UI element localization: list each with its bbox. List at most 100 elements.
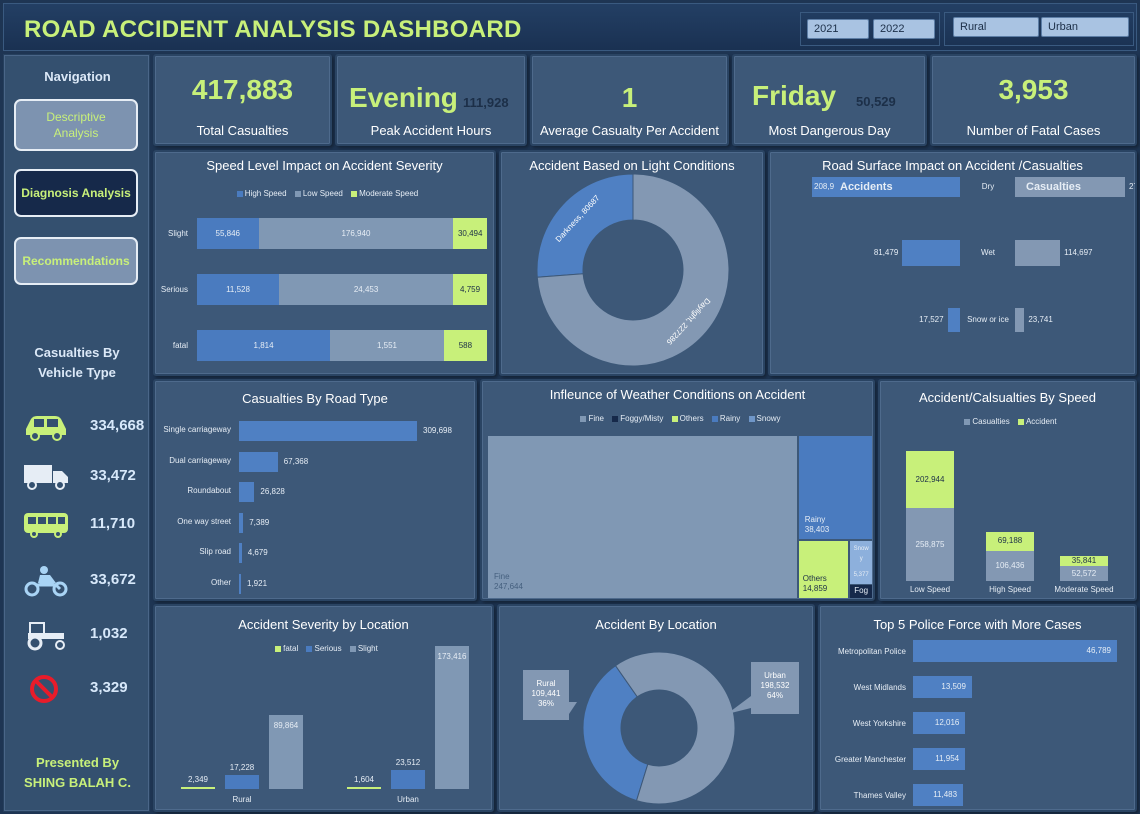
data-label: 89,864	[273, 720, 299, 730]
motorcycle-value: 33,672	[90, 571, 136, 588]
sidebar: Navigation Descriptive Analysis Diagnosi…	[3, 54, 150, 812]
diagnosis-analysis-button[interactable]: Diagnosis Analysis	[14, 169, 138, 217]
year-2022-button[interactable]: 2022	[873, 19, 935, 39]
data-label: 4,679	[247, 548, 268, 557]
data-label: 173,416	[437, 652, 467, 661]
bar	[239, 482, 255, 502]
data-label: 4,759	[460, 285, 481, 294]
callout-pointer	[569, 702, 577, 714]
data-label: 1,551	[376, 341, 397, 350]
data-label: 11,483	[933, 790, 958, 799]
header-bar: ROAD ACCIDENT ANALYSIS DASHBOARD 2021 20…	[3, 3, 1137, 51]
area-rural-button[interactable]: Rural	[953, 17, 1039, 37]
category-label: West Yorkshire	[852, 719, 906, 728]
chart-plot: 2,349 17,228 89,864 Rural 1,604 23,512 173,416…	[155, 606, 492, 810]
vehicle-heading: Casualties By Vehicle Type	[34, 345, 120, 380]
tractor-icon	[27, 622, 65, 651]
peak-hours-count: 111,928	[463, 95, 509, 110]
year-slicer: 2021 2022	[800, 12, 940, 46]
bar	[239, 451, 278, 472]
category-label: Low Speed	[909, 585, 951, 594]
dangerous-day-count: 50,529	[856, 94, 896, 109]
data-label: 1,814	[253, 341, 274, 350]
recommendations-button[interactable]: Recommendations	[14, 237, 138, 285]
data-label: 35,841	[1071, 556, 1097, 566]
category-label: Serious	[160, 285, 188, 294]
category-label: High Speed	[989, 585, 1031, 594]
tractor-value: 1,032	[90, 625, 128, 642]
speed-accident-chart: Accident/Calsualties By Speed Casualties…	[878, 379, 1137, 601]
callout-text: 198,532	[761, 681, 790, 690]
callout-text: 109,441	[532, 689, 561, 698]
bar	[225, 774, 259, 789]
chart-plot: Single carriageway 309,698 Dual carriagewa…	[155, 381, 475, 599]
truck-value: 33,472	[90, 467, 136, 484]
bar	[435, 646, 469, 789]
car-value: 334,668	[90, 417, 145, 434]
data-label: 55,846	[215, 229, 240, 238]
area-slicer: Rural Urban	[944, 12, 1134, 46]
accident-bar	[902, 240, 960, 266]
chart-plot: Darkness, 80687Daylight, 227286	[536, 173, 730, 367]
kpi-average-casualty: 1 Average Casualty Per Accident	[530, 54, 729, 146]
dashboard-title: ROAD ACCIDENT ANALYSIS DASHBOARD	[24, 16, 522, 43]
data-label: 17,527	[919, 315, 944, 324]
callout-text: Rural	[536, 679, 555, 688]
data-label: 81,479	[873, 248, 899, 257]
series-label-accidents: Accidents	[840, 181, 893, 193]
data-label: 114,697	[1064, 248, 1093, 257]
data-label: 23,741	[1028, 315, 1053, 324]
data-label: 279,445	[1129, 182, 1135, 191]
data-label: 30,494	[457, 229, 483, 238]
cell-value: 5,377	[853, 572, 869, 579]
bar	[239, 421, 417, 441]
data-label: 2,349	[187, 775, 209, 784]
category-label: Single carriageway	[163, 425, 231, 434]
accident-bar	[947, 308, 960, 332]
category-label: Slight	[167, 229, 188, 238]
cell-name: Snow y	[853, 546, 869, 563]
average-casualty-label: Average Casualty Per Accident	[540, 123, 719, 138]
bar	[181, 787, 215, 789]
category-label: Snow or ice	[967, 315, 1009, 324]
motorcycle-icon	[24, 566, 68, 597]
data-label: 202,944	[915, 474, 945, 484]
peak-hours-label: Peak Accident Hours	[370, 123, 492, 138]
vehicle-row-bus: 11,710	[4, 505, 151, 545]
category-label: Roundabout	[187, 486, 231, 495]
chart-plot: Metropolitan Police 46,789 West Midlands 13…	[820, 606, 1135, 810]
speed-severity-chart: Speed Level Impact on Accident Severity …	[153, 150, 496, 376]
vehicle-row-other: 3,329	[4, 669, 151, 709]
callout-text: 36%	[538, 699, 554, 708]
casualty-bar	[1015, 240, 1061, 266]
year-2021-button[interactable]: 2021	[807, 19, 869, 39]
data-label: 12,016	[934, 718, 960, 727]
chart-plot: 258,875 202,944 Low Speed 106,436 69,188 High…	[880, 381, 1135, 599]
cell-name: Rainy	[804, 515, 826, 525]
data-label: 67,368	[283, 456, 309, 466]
data-label: 17,228	[229, 762, 255, 772]
bus-icon	[24, 513, 68, 538]
descriptive-analysis-button[interactable]: Descriptive Analysis	[14, 99, 138, 151]
cell-name: Fine	[494, 572, 510, 581]
data-label: 7,389	[249, 517, 270, 527]
area-urban-button[interactable]: Urban	[1041, 17, 1129, 37]
chart-plot: Rural109,44136% Urban198,53264%	[523, 651, 799, 805]
category-label: Rural	[232, 795, 252, 804]
data-label: 13,509	[941, 682, 966, 691]
data-label: 52,572	[1071, 568, 1097, 578]
presenter-name: SHING BALAH C.	[24, 775, 131, 790]
data-label: 46,789	[1086, 646, 1111, 655]
nav-heading: Navigation	[44, 69, 111, 84]
category-label: Thames Valley	[853, 791, 906, 800]
dangerous-day-label: Most Dangerous Day	[768, 123, 891, 138]
category-label: Metropolitan Police	[837, 647, 906, 656]
data-label: 11,528	[226, 285, 250, 294]
chart-plot: Slight 55,846 176,940 30,494 Serious 11,528 24…	[155, 152, 494, 374]
category-label: Urban	[397, 795, 419, 804]
total-casualties-value: 417,883	[191, 74, 294, 105]
vehicle-row-truck: 33,472	[4, 457, 151, 497]
light-conditions-chart: Accident Based on Light Conditions Darkn…	[499, 150, 765, 376]
bar	[239, 543, 242, 563]
bar	[239, 573, 241, 594]
